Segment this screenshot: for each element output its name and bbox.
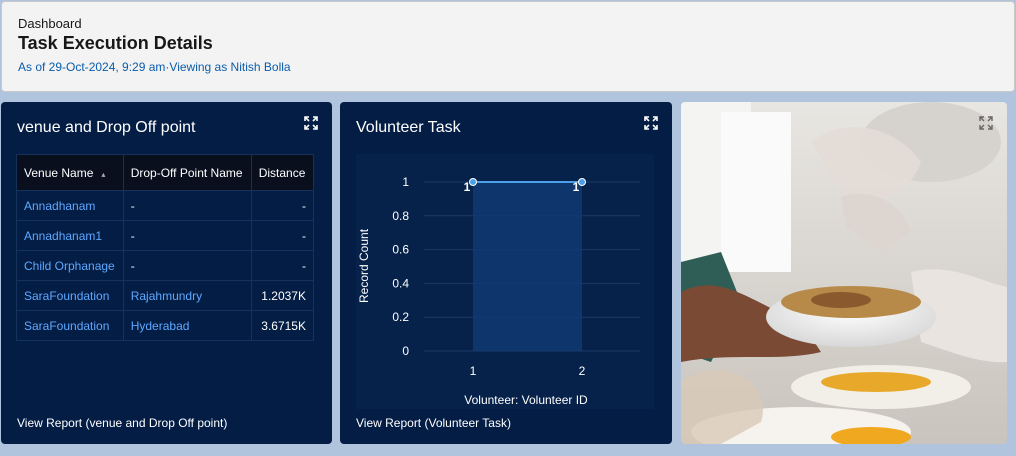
y-tick-label: 0.4 — [392, 276, 409, 290]
distance-cell: - — [250, 190, 315, 221]
line-area — [473, 182, 582, 351]
venue-link[interactable]: Child Orphanage — [16, 250, 124, 281]
card-title: Volunteer Task — [356, 119, 461, 136]
page-title: Task Execution Details — [18, 33, 213, 53]
x-tick-label: 1 — [470, 364, 477, 378]
dropoff-cell: - — [122, 190, 252, 221]
data-label: 1 — [573, 180, 580, 194]
dropoff-cell: - — [122, 220, 252, 251]
data-point — [578, 178, 586, 186]
sort-icon[interactable]: ▴ — [101, 170, 105, 179]
distance-cell: - — [250, 250, 315, 281]
venue-link[interactable]: Annadhanam — [16, 190, 124, 221]
as-of-subtitle[interactable]: As of 29-Oct-2024, 9:29 am·Viewing as Ni… — [18, 60, 998, 74]
data-label: 1 — [464, 180, 471, 194]
column-header-venue[interactable]: Venue Name ▴ — [16, 154, 124, 191]
y-tick-label: 0 — [402, 344, 409, 358]
line-chart-svg: 0 0.2 0.4 0.6 0.8 1 1 1 1 2 Volunteer: Volunteer I… — [357, 175, 640, 407]
volunteer-task-chart: 0 0.2 0.4 0.6 0.8 1 1 1 1 2 Volunteer: Volunteer I… — [356, 154, 654, 409]
expand-icon[interactable] — [304, 116, 318, 130]
distance-cell: 3.6715K — [250, 310, 315, 341]
x-tick-label: 2 — [579, 364, 586, 378]
venue-table: Venue Name ▴ Drop-Off Point Name Distance… — [16, 154, 315, 341]
view-report-link[interactable]: View Report (venue and Drop Off point) — [17, 416, 227, 430]
column-header-distance[interactable]: Distance — [250, 154, 315, 191]
card-title: venue and Drop Off point — [17, 119, 196, 136]
table-row: Annadhanam1 - - — [16, 220, 315, 251]
column-header-dropoff[interactable]: Drop-Off Point Name — [122, 154, 252, 191]
x-axis-label: Volunteer: Volunteer ID — [464, 393, 588, 407]
table-row: SaraFoundation Rajahmundry 1.2037K — [16, 280, 315, 311]
expand-icon[interactable] — [644, 116, 658, 130]
dropoff-link[interactable]: Rajahmundry — [122, 280, 252, 311]
dashboard-header: Dashboard Task Execution Details As of 2… — [1, 1, 1015, 92]
y-tick-label: 0.8 — [392, 209, 409, 223]
table-row: Child Orphanage - - — [16, 250, 315, 281]
table-row: Annadhanam - - — [16, 190, 315, 221]
venue-link[interactable]: SaraFoundation — [16, 310, 124, 341]
food-serving-photo — [681, 102, 1007, 444]
food-serving-image — [681, 102, 1007, 444]
volunteer-task-card: Volunteer Task 0 0.2 0.4 0.6 0.8 1 1 1 1 2 Volunte… — [340, 102, 672, 444]
distance-cell: 1.2037K — [250, 280, 315, 311]
dropoff-cell: - — [122, 250, 252, 281]
venue-link[interactable]: Annadhanam1 — [16, 220, 124, 251]
table-header-row: Venue Name ▴ Drop-Off Point Name Distance — [16, 154, 315, 191]
y-axis-label: Record Count — [357, 228, 371, 303]
y-tick-label: 1 — [402, 175, 409, 189]
view-report-link[interactable]: View Report (Volunteer Task) — [356, 416, 511, 430]
dropoff-link[interactable]: Hyderabad — [122, 310, 252, 341]
y-tick-label: 0.6 — [392, 243, 409, 257]
y-tick-label: 0.2 — [392, 310, 409, 324]
data-point — [469, 178, 477, 186]
table-row: SaraFoundation Hyderabad 3.6715K — [16, 310, 315, 341]
breadcrumb[interactable]: Dashboard — [18, 17, 998, 31]
venue-link[interactable]: SaraFoundation — [16, 280, 124, 311]
expand-icon[interactable] — [979, 116, 993, 130]
venue-dropoff-card: venue and Drop Off point Venue Name ▴ Dro… — [1, 102, 332, 444]
distance-cell: - — [250, 220, 315, 251]
